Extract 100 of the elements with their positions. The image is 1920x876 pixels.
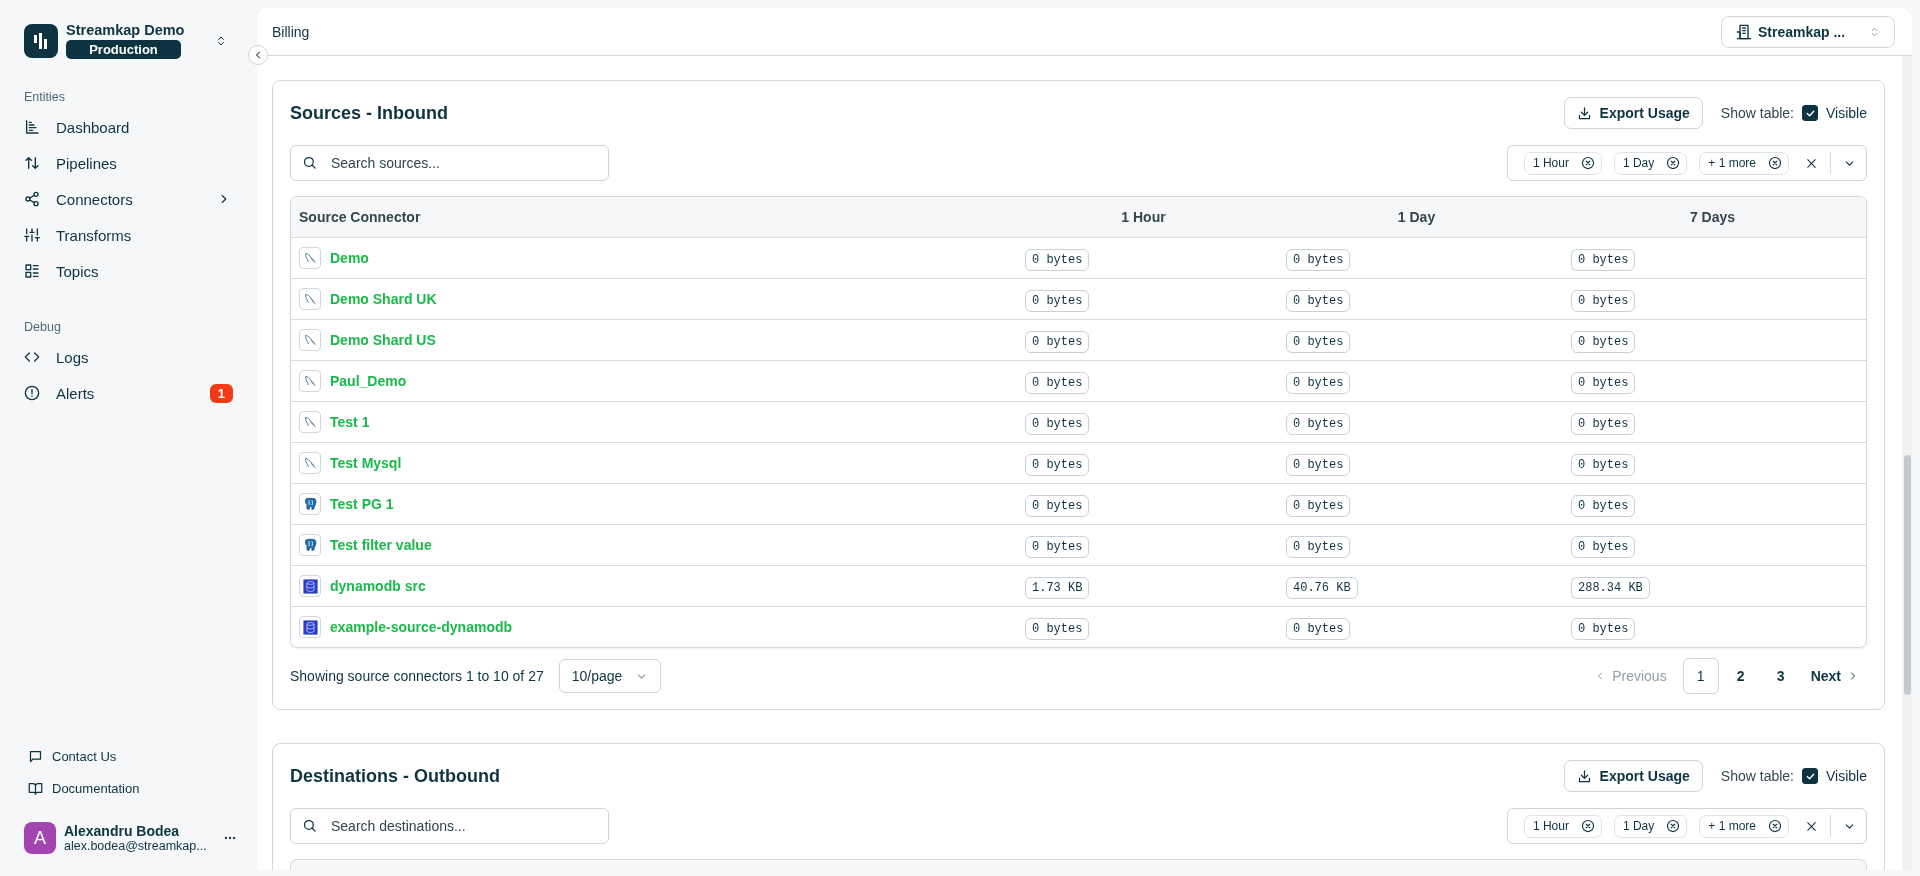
search-icon xyxy=(302,818,317,833)
filter-chip[interactable]: 1 Day xyxy=(1613,151,1688,175)
filter-select[interactable]: 1 Hour 1 Day + 1 more xyxy=(1506,145,1867,181)
usage-value: 0 bytes xyxy=(1025,495,1090,517)
usage-value: 0 bytes xyxy=(1025,249,1090,271)
filter-chip[interactable]: 1 Day xyxy=(1613,814,1688,838)
sidebar-item[interactable]: Connectors xyxy=(0,181,257,217)
scrollbar[interactable] xyxy=(1902,56,1912,870)
remove-icon xyxy=(1580,156,1595,170)
usage-value: 0 bytes xyxy=(1571,536,1636,558)
checkbox[interactable] xyxy=(1802,768,1818,784)
usage-value: 0 bytes xyxy=(1286,331,1351,353)
page-size-select[interactable]: 10/page xyxy=(558,659,661,693)
usage-value: 288.34 KB xyxy=(1571,577,1650,599)
show-table-label: Show table: xyxy=(1720,768,1794,784)
chart-icon xyxy=(24,119,40,135)
filter-chip[interactable]: + 1 more xyxy=(1699,151,1789,175)
usage-value: 0 bytes xyxy=(1025,454,1090,476)
usage-value: 0 bytes xyxy=(1571,618,1636,640)
footer-link[interactable]: Documentation xyxy=(0,772,257,804)
sidebar-item[interactable]: Transforms xyxy=(0,217,257,253)
avatar: A xyxy=(24,822,56,854)
section-title: Sources - Inbound xyxy=(290,102,448,124)
usage-value: 0 bytes xyxy=(1286,454,1351,476)
section-label: Entities xyxy=(23,90,66,104)
usage-value: 0 bytes xyxy=(1286,618,1351,640)
database-icon xyxy=(301,618,319,636)
collapse-button[interactable] xyxy=(248,45,268,65)
page-button[interactable]: 2 xyxy=(1722,658,1759,694)
usage-value: 0 bytes xyxy=(1286,249,1351,271)
checkbox-label: Visible xyxy=(1826,768,1867,784)
usage-value: 0 bytes xyxy=(1286,413,1351,435)
logo-icon xyxy=(24,23,58,58)
list-icon xyxy=(24,263,40,279)
pagination-summary: Showing source connectors 1 to 10 of 27 xyxy=(290,668,544,684)
sidebar-item[interactable]: Pipelines xyxy=(0,145,257,181)
filter-select[interactable]: 1 Hour 1 Day + 1 more xyxy=(1506,808,1867,844)
next-button[interactable]: Next xyxy=(1802,668,1867,684)
usage-value: 0 bytes xyxy=(1025,413,1090,435)
search-field[interactable]: Search destinations... xyxy=(290,808,609,844)
usage-value: 0 bytes xyxy=(1025,536,1090,558)
download-icon xyxy=(1576,105,1592,121)
filter-chip[interactable]: 1 Hour xyxy=(1523,814,1602,838)
search-icon xyxy=(302,155,317,170)
database-icon xyxy=(301,577,319,595)
checkbox[interactable] xyxy=(1802,105,1818,121)
remove-icon xyxy=(1666,156,1681,170)
usage-value: 0 bytes xyxy=(1286,536,1351,558)
column-header: 7 Days xyxy=(1688,209,1737,225)
updown-chevron-icon xyxy=(1869,25,1880,38)
building-icon xyxy=(1736,23,1752,40)
usage-value: 0 bytes xyxy=(1025,618,1090,640)
section-label: Debug xyxy=(23,320,62,334)
usage-value: 0 bytes xyxy=(1025,290,1090,312)
remove-icon xyxy=(1580,819,1595,833)
sidebar-item[interactable]: Logs xyxy=(0,339,257,375)
remove-icon xyxy=(1666,819,1681,833)
show-table-label: Show table: xyxy=(1720,105,1794,121)
code-icon xyxy=(24,349,40,365)
filter-chip[interactable]: 1 Hour xyxy=(1523,151,1602,175)
usage-value: 0 bytes xyxy=(1571,290,1636,312)
column-header: 1 Day xyxy=(1396,209,1437,225)
alert-icon xyxy=(24,385,40,401)
column-header: Source Connector xyxy=(298,209,422,225)
sidebar-item[interactable]: Alerts 1 xyxy=(0,375,257,411)
usage-value: 0 bytes xyxy=(1571,249,1636,271)
environment-badge: Production xyxy=(66,40,181,59)
sidebar-item[interactable]: Dashboard xyxy=(0,109,257,145)
user-name: Alexandru Bodea xyxy=(64,823,181,839)
scrollbar-thumb[interactable] xyxy=(1904,455,1911,695)
page-title: Billing xyxy=(272,23,310,40)
filter-chip[interactable]: + 1 more xyxy=(1699,814,1789,838)
page-button[interactable]: 3 xyxy=(1762,658,1799,694)
usage-value: 0 bytes xyxy=(1571,495,1636,517)
usage-value: 0 bytes xyxy=(1571,331,1636,353)
page-button[interactable]: 1 xyxy=(1682,658,1719,694)
usage-value: 40.76 KB xyxy=(1286,577,1358,599)
usage-value: 0 bytes xyxy=(1025,331,1090,353)
book-icon xyxy=(28,780,43,796)
usage-value: 0 bytes xyxy=(1025,372,1090,394)
message-icon xyxy=(28,748,43,764)
footer-link[interactable]: Contact Us xyxy=(0,740,257,772)
count-badge: 1 xyxy=(209,383,233,403)
usage-value: 1.73 KB xyxy=(1025,577,1090,599)
search-field[interactable]: Search sources... xyxy=(290,145,609,181)
close-icon xyxy=(1805,819,1818,833)
checkbox-label: Visible xyxy=(1826,105,1867,121)
workspace-select[interactable]: Streamkap ... xyxy=(1721,15,1895,48)
user-email: alex.bodea@streamkap... xyxy=(64,839,208,853)
close-icon xyxy=(1805,156,1818,170)
usage-value: 0 bytes xyxy=(1286,372,1351,394)
section-title: Destinations - Outbound xyxy=(290,765,500,787)
export-button[interactable]: Export Usage xyxy=(1563,760,1703,792)
arrows-icon xyxy=(24,155,40,171)
download-icon xyxy=(1576,768,1592,784)
sidebar-item[interactable]: Topics xyxy=(0,253,257,289)
export-button[interactable]: Export Usage xyxy=(1563,97,1703,129)
usage-value: 0 bytes xyxy=(1286,290,1351,312)
usage-value: 0 bytes xyxy=(1571,372,1636,394)
remove-icon xyxy=(1768,156,1782,170)
